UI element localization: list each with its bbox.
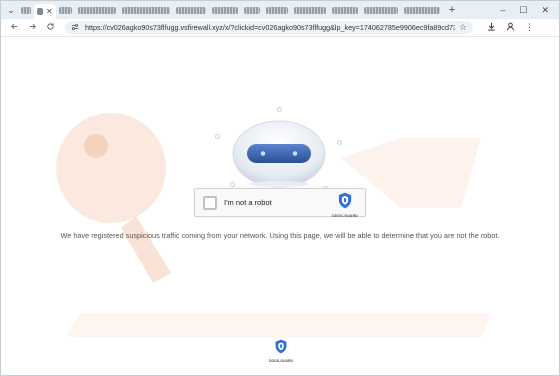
new-tab-button[interactable]: +: [449, 4, 455, 16]
browser-toolbar: https://cv026agko90s73flfugg.vsfirewall.…: [1, 19, 559, 37]
tab-item[interactable]: [173, 3, 209, 17]
captcha-widget: I'm not a robot DDOS-GUARD: [194, 188, 366, 218]
robot-illustration: [215, 104, 342, 194]
tab-search-icon[interactable]: ⌄: [4, 3, 18, 17]
tab-item[interactable]: [75, 3, 119, 17]
captcha-checkbox[interactable]: [203, 196, 217, 210]
tab-item[interactable]: [291, 3, 329, 17]
footer-logo: DDOS-GUARD: [267, 339, 295, 363]
kebab-menu-icon[interactable]: ⋮: [525, 22, 534, 33]
tab-item[interactable]: [18, 3, 34, 17]
shield-icon: [338, 192, 352, 209]
download-icon[interactable]: [487, 22, 496, 33]
toolbar-actions: ⋮: [487, 22, 534, 33]
tab-item[interactable]: [263, 3, 291, 17]
close-tab-icon[interactable]: ✕: [46, 7, 53, 16]
shield-icon: [275, 339, 287, 354]
decor-dot: [230, 182, 235, 187]
decor-dot: [215, 134, 220, 139]
reload-icon[interactable]: [41, 22, 59, 34]
window-controls: – ☐ ✕: [500, 5, 559, 16]
browser-window: ⌄ ✕ + – ☐ ✕ https://cv026agko90s73flfugg…: [0, 0, 560, 376]
profile-icon[interactable]: [506, 22, 515, 33]
url-text: https://cv026agko90s73flfugg.vsfirewall.…: [85, 23, 455, 32]
tab-active[interactable]: ✕: [34, 4, 56, 19]
maximize-button[interactable]: ☐: [519, 5, 527, 16]
back-arrow-icon[interactable]: [5, 22, 23, 34]
tab-item[interactable]: [329, 3, 361, 17]
tab-strip: ⌄ ✕ + – ☐ ✕: [1, 1, 559, 19]
forward-arrow-icon[interactable]: [23, 22, 41, 34]
captcha-brand: DDOS-GUARD: [332, 214, 358, 218]
tab-item[interactable]: [119, 3, 173, 17]
site-settings-icon[interactable]: [71, 23, 79, 33]
tab-item[interactable]: [209, 3, 241, 17]
tab-item[interactable]: [56, 3, 75, 17]
ddos-guard-logo: DDOS-GUARD: [332, 192, 358, 218]
tab-item[interactable]: [401, 3, 443, 17]
close-window-button[interactable]: ✕: [541, 5, 549, 16]
minimize-button[interactable]: –: [500, 5, 505, 16]
captcha-label: I'm not a robot: [224, 198, 272, 207]
warning-message: We have registered suspicious traffic co…: [60, 231, 500, 240]
footer-brand: DDOS-GUARD: [268, 359, 294, 363]
tab-item[interactable]: [241, 3, 263, 17]
decor-dot: [277, 107, 282, 112]
decor-dot: [337, 140, 342, 145]
page-content: I'm not a robot DDOS-GUARD We have regis…: [1, 38, 559, 375]
address-bar[interactable]: https://cv026agko90s73flfugg.vsfirewall.…: [65, 21, 473, 34]
tab-item[interactable]: [361, 3, 401, 17]
star-icon[interactable]: ☆: [459, 22, 467, 33]
